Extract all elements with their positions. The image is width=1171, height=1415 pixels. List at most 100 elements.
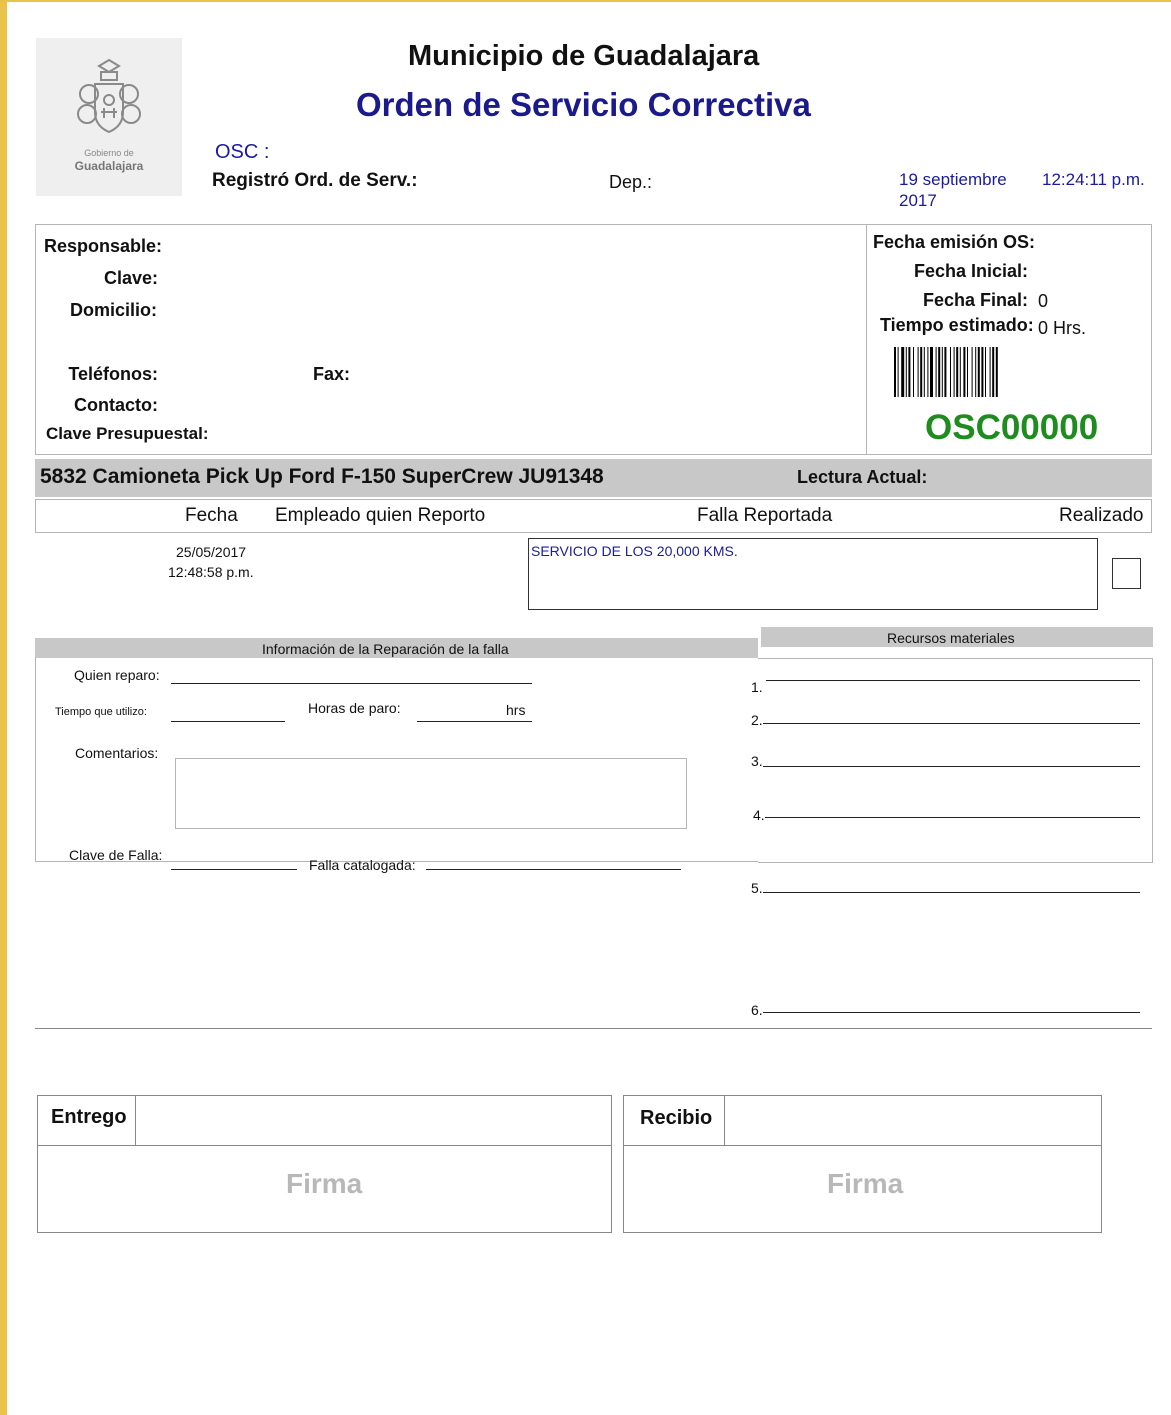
entrego-box: Entrego Firma <box>37 1095 612 1233</box>
barcode-bar <box>977 347 980 397</box>
barcode-bar <box>971 347 973 397</box>
barcode-bar <box>897 347 899 397</box>
entrego-divider <box>38 1145 611 1146</box>
barcode-bar <box>967 347 968 397</box>
recibio-cell-divider <box>724 1096 725 1145</box>
lectura-actual-label: Lectura Actual: <box>797 467 928 487</box>
material-item-2: 2. <box>751 712 763 728</box>
header-realizado: Realizado <box>1059 505 1144 526</box>
material-line-5[interactable] <box>763 892 1140 893</box>
logo-caption-small: Gobierno de <box>84 148 134 158</box>
clave-label: Clave: <box>103 268 158 288</box>
header-time: 12:24:11 p.m. <box>1042 170 1145 189</box>
barcode-bar <box>950 347 951 397</box>
section-divider <box>35 1028 1152 1029</box>
material-line-3[interactable] <box>763 766 1140 767</box>
falla-catalogada-line[interactable] <box>426 869 681 870</box>
header-empleado: Empleado quien Reporto <box>275 505 486 526</box>
guadalajara-logo: Gobierno de Guadalajara <box>36 38 182 196</box>
header-fecha: Fecha <box>185 505 238 526</box>
horas-paro-label: Horas de paro: <box>308 700 401 716</box>
material-item-1: 1. <box>751 679 763 695</box>
material-item-4: 4. <box>753 807 765 823</box>
barcode-bar <box>927 347 929 397</box>
barcode-bar <box>923 347 925 397</box>
vehicle-description: 5832 Camioneta Pick Up Ford F-150 SuperC… <box>40 465 604 488</box>
fault-date: 25/05/2017 <box>176 544 247 560</box>
tiempo-line[interactable] <box>171 721 285 722</box>
quien-reparo-label: Quien reparo: <box>74 667 160 683</box>
material-line-2[interactable] <box>763 723 1140 724</box>
barcode-bar <box>917 347 919 397</box>
materials-box <box>758 658 1153 863</box>
clave-presupuestal-label: Clave Presupuestal: <box>46 424 209 443</box>
barcode-bar <box>938 347 941 397</box>
material-item-6: 6. <box>751 1002 763 1018</box>
comentarios-box[interactable] <box>175 758 687 829</box>
entrego-cell-divider <box>135 1096 136 1145</box>
order-code: OSC00000 <box>925 408 1099 447</box>
fault-time: 12:48:58 p.m. <box>168 564 254 580</box>
barcode-bar <box>953 347 955 397</box>
quien-reparo-line[interactable] <box>171 683 532 684</box>
material-item-3: 3. <box>751 753 763 769</box>
comentarios-label: Comentarios: <box>75 745 159 761</box>
barcode-bar <box>941 347 943 397</box>
falla-catalogada-label: Falla catalogada: <box>309 857 416 873</box>
municipality-title: Municipio de Guadalajara <box>408 40 760 72</box>
document-title: Orden de Servicio Correctiva <box>356 86 811 123</box>
dep-label: Dep.: <box>609 172 653 192</box>
responsible-divider <box>866 224 867 455</box>
materials-title: Recursos materiales <box>887 630 1015 646</box>
recibio-box: Recibio Firma <box>623 1095 1102 1233</box>
fecha-final-label: Fecha Final: <box>922 290 1028 310</box>
clave-falla-label: Clave de Falla: <box>69 847 163 863</box>
coat-of-arms-icon <box>77 58 141 134</box>
tiempo-estimado-value: 0 Hrs. <box>1038 318 1087 338</box>
clave-falla-line[interactable] <box>171 869 297 870</box>
entrego-label: Entrego <box>51 1106 127 1128</box>
material-line-1[interactable] <box>766 680 1140 681</box>
fault-description-box: SERVICIO DE LOS 20,000 KMS. <box>528 538 1098 610</box>
material-line-6[interactable] <box>763 1012 1140 1013</box>
fax-label: Fax: <box>313 364 351 384</box>
contacto-label: Contacto: <box>74 395 158 415</box>
date-line1: 19 septiembre <box>899 170 1007 189</box>
barcode-bar <box>995 347 998 397</box>
osc-label: OSC : <box>215 141 270 163</box>
telefonos-label: Teléfonos: <box>68 364 158 384</box>
recibio-firma: Firma <box>827 1168 904 1199</box>
hrs-unit: hrs <box>506 702 526 718</box>
header-falla: Falla Reportada <box>697 505 833 526</box>
fecha-final-value: 0 <box>1038 291 1049 311</box>
barcode-bar <box>975 347 977 397</box>
barcode-bar <box>901 347 905 397</box>
registered-label: Registró Ord. de Serv.: <box>212 170 418 191</box>
barcode-bar <box>992 347 995 397</box>
responsable-label: Responsable: <box>44 236 163 256</box>
barcode-bar <box>944 347 947 397</box>
domicilio-label: Domicilio: <box>69 300 157 320</box>
fecha-emision-label: Fecha emisión OS: <box>873 232 1036 252</box>
horas-paro-line[interactable] <box>417 721 532 722</box>
barcode-bar <box>956 347 959 397</box>
material-line-4[interactable] <box>765 817 1140 818</box>
fecha-inicial-label: Fecha Inicial: <box>913 261 1028 281</box>
tiempo-label: Tiempo que utilizo: <box>55 706 147 718</box>
barcode-bar <box>930 347 933 397</box>
barcode-bar <box>989 347 991 397</box>
barcode-bar <box>963 347 966 397</box>
realizado-checkbox[interactable] <box>1112 558 1141 589</box>
recibio-label: Recibio <box>640 1107 713 1129</box>
barcode-bar <box>905 347 907 397</box>
fault-description: SERVICIO DE LOS 20,000 KMS. <box>531 543 738 559</box>
barcode-bar <box>913 347 914 397</box>
barcode-bar <box>894 347 896 397</box>
entrego-firma: Firma <box>286 1168 363 1199</box>
barcode <box>894 347 998 397</box>
barcode-bar <box>908 347 911 397</box>
barcode-bar <box>935 347 937 397</box>
barcode-bar <box>985 347 986 397</box>
barcode-bar <box>959 347 961 397</box>
tiempo-estimado-label: Tiempo estimado: <box>880 315 1034 335</box>
